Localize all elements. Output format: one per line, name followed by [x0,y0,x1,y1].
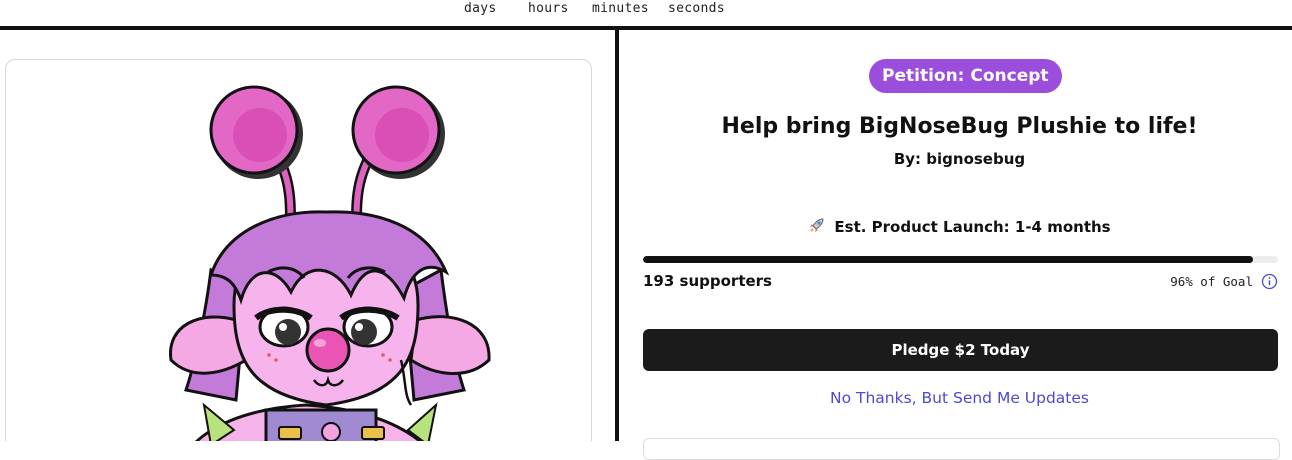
send-updates-link[interactable]: No Thanks, But Send Me Updates [619,389,1292,407]
page-title: Help bring BigNoseBug Plushie to life! [721,114,1198,139]
product-info-panel: Petition: Concept Help bring BigNoseBug … [619,30,1292,460]
funding-progress-bar [643,256,1278,263]
funding-progress-fill [643,256,1253,263]
launch-estimate: Est. Product Launch: 1-4 months [619,216,1292,238]
countdown-bar: days hours minutes seconds [0,0,1292,30]
info-icon[interactable] [1261,273,1278,295]
countdown-minutes-label: minutes [592,1,649,16]
status-badge: Petition: Concept [869,59,1062,93]
bignosebug-illustration [169,85,491,441]
launch-estimate-text: Est. Product Launch: 1-4 months [834,218,1111,236]
rocket-icon [808,216,826,238]
secondary-action-box[interactable] [643,438,1280,460]
countdown-hours-label: hours [528,1,569,16]
product-image[interactable] [5,59,592,441]
product-image-panel [0,30,615,441]
supporters-count: 193 supporters [643,272,772,290]
countdown-days-label: days [464,1,497,16]
pledge-button[interactable]: Pledge $2 Today [643,329,1278,371]
goal-percentage: 96% of Goal [1170,274,1253,289]
countdown-seconds-label: seconds [668,1,725,16]
author-byline: By: bignosebug [893,150,1026,168]
